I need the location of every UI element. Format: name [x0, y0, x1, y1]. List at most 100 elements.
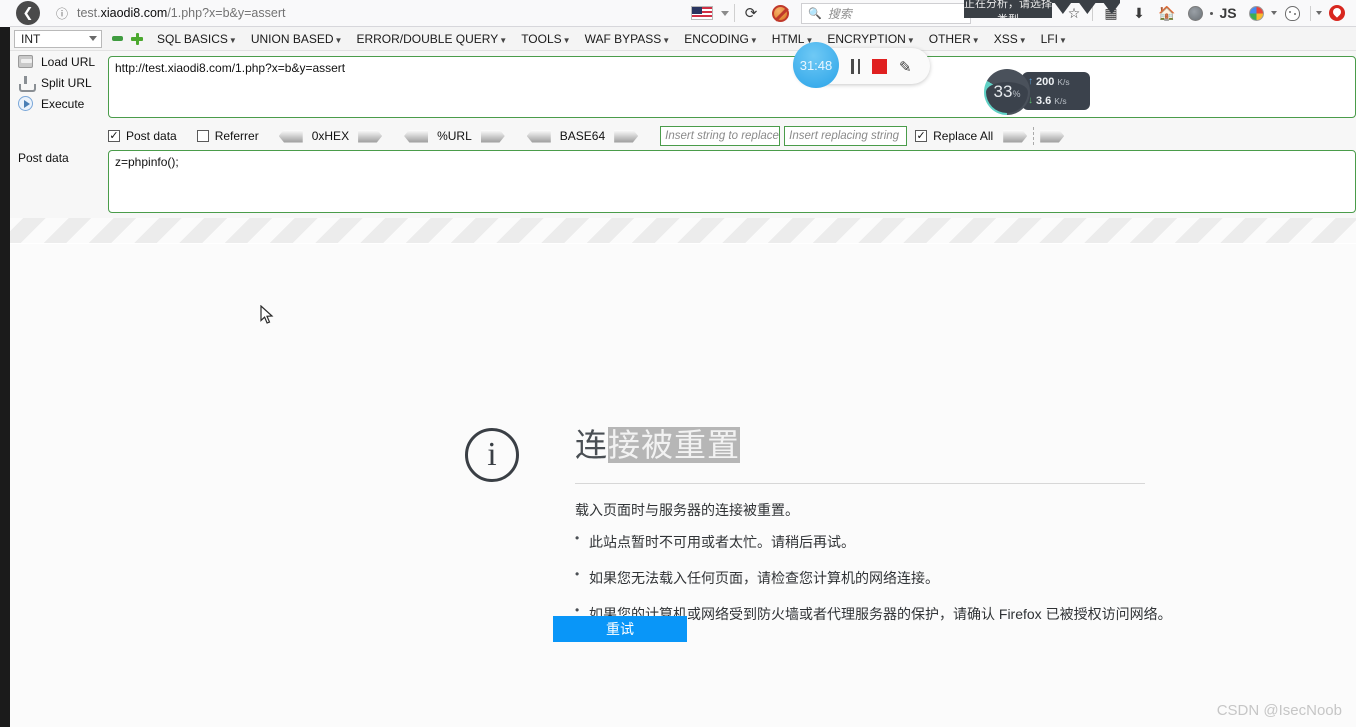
home-icon[interactable]: 🏠: [1154, 1, 1180, 25]
encode-base64-button[interactable]: [614, 130, 638, 143]
us-flag-icon[interactable]: [691, 6, 713, 20]
menu-label: SQL BASICS: [157, 32, 228, 46]
upload-speed-unit: K/s: [1057, 77, 1069, 87]
pencil-icon[interactable]: ✎: [899, 58, 916, 75]
menu-sql-basics[interactable]: SQL BASICS▼: [157, 32, 237, 46]
info-circle-icon: i: [465, 428, 519, 482]
retry-button[interactable]: 重试: [553, 616, 687, 642]
cpu-usage-symbol: %: [1012, 89, 1020, 99]
error-title-divider: [575, 483, 1145, 484]
url-textarea[interactable]: http://test.xiaodi8.com/1.php?x=b&y=asse…: [108, 56, 1356, 118]
menu-lfi[interactable]: LFI▼: [1041, 32, 1067, 46]
plus-icon[interactable]: [131, 33, 143, 45]
encode-url-button[interactable]: [481, 130, 505, 143]
cpu-usage-gauge[interactable]: 33 %: [984, 69, 1030, 115]
pause-icon[interactable]: [851, 59, 860, 74]
menu-waf-bypass[interactable]: WAF BYPASS▼: [585, 32, 671, 46]
reload-button[interactable]: ⟳: [740, 4, 762, 22]
menu-label: ENCRYPTION: [827, 32, 905, 46]
decode-base64-button[interactable]: [527, 130, 551, 143]
globe-chevron-down-icon[interactable]: [1271, 11, 1277, 15]
replace-apply-alt-button[interactable]: [1040, 130, 1064, 143]
minus-icon[interactable]: [112, 36, 123, 41]
site-info-icon[interactable]: ⓘ: [53, 5, 71, 22]
red-download-icon[interactable]: [1324, 1, 1350, 25]
replace-with-placeholder: Insert replacing string: [789, 130, 899, 142]
decode-hex-button[interactable]: [279, 130, 303, 143]
menu-label: TOOLS: [521, 32, 561, 46]
menu-error-double-query[interactable]: ERROR/DOUBLE QUERY▼: [356, 32, 507, 46]
browser-globe-icon[interactable]: [1243, 1, 1269, 25]
hackbar-options-row: Post data Referrer 0xHEX %URL BASE64: [108, 123, 1356, 149]
execute-button[interactable]: Execute: [10, 93, 108, 114]
toolbar-divider: [1092, 6, 1093, 21]
back-button[interactable]: ❮: [16, 1, 40, 25]
network-speed-widget[interactable]: ↑ 200 K/s ↓ 3.6 K/s: [1022, 72, 1090, 110]
menu-encoding[interactable]: ENCODING▼: [684, 32, 758, 46]
encoder-hex-group: 0xHEX: [279, 129, 382, 143]
search-input[interactable]: 🔍 搜索: [801, 3, 971, 24]
downloads-icon[interactable]: ⬇: [1126, 1, 1152, 25]
hackbar-action-column: Load URL Split URL Execute Post data: [10, 51, 108, 218]
replace-search-placeholder: Insert string to replace: [665, 130, 779, 142]
post-data-checkbox[interactable]: Post data: [108, 129, 177, 143]
type-select[interactable]: INT: [14, 30, 102, 48]
noscript-blocked-icon[interactable]: [772, 5, 789, 22]
cookie-chevron-down-icon[interactable]: [1316, 11, 1322, 15]
encoder-hex-label: 0xHEX: [312, 129, 349, 143]
js-toggle-icon[interactable]: JS: [1215, 1, 1241, 25]
menu-xss[interactable]: XSS▼: [994, 32, 1027, 46]
striped-separator-band: [10, 218, 1356, 244]
watermark: CSDN @IsecNoob: [1217, 702, 1342, 719]
address-bar[interactable]: test.xiaodi8.com/1.php?x=b&y=assert: [71, 2, 691, 24]
replace-all-checkbox[interactable]: Replace All: [915, 129, 993, 143]
recording-timer[interactable]: 31:48: [793, 42, 839, 88]
execute-icon: [18, 96, 33, 111]
checkbox-box: [915, 130, 927, 142]
url-path: /1.php?x=b&y=assert: [167, 6, 285, 20]
account-status-dot-icon: [1210, 12, 1213, 15]
menu-union-based[interactable]: UNION BASED▼: [251, 32, 343, 46]
download-speed-unit: K/s: [1054, 96, 1066, 106]
upload-speed-row: ↑ 200 K/s: [1028, 72, 1090, 91]
split-url-icon: [18, 76, 33, 90]
decode-url-button[interactable]: [404, 130, 428, 143]
language-chevron-down-icon[interactable]: [721, 11, 729, 16]
replace-apply-button[interactable]: [1003, 130, 1027, 143]
replace-with-input[interactable]: Insert replacing string: [784, 126, 907, 146]
type-select-value: INT: [21, 32, 40, 46]
upload-speed-value: 200: [1036, 76, 1054, 88]
menu-encryption[interactable]: ENCRYPTION▼: [827, 32, 914, 46]
analysis-tooltip: 正在分析，请选择类型: [964, 0, 1052, 18]
encoder-base64-group: BASE64: [527, 129, 638, 143]
list-item: 如果您无法载入任何页面，请检查您计算机的网络连接。: [575, 568, 1172, 588]
chevron-down-icon: [89, 36, 97, 41]
hackbar-panel: Load URL Split URL Execute Post data htt…: [10, 51, 1356, 218]
load-url-label: Load URL: [41, 55, 95, 69]
menu-other[interactable]: OTHER▼: [929, 32, 980, 46]
cpu-usage-value: 33: [994, 82, 1013, 102]
encoder-url-group: %URL: [404, 129, 505, 143]
split-url-label: Split URL: [41, 76, 92, 90]
menu-label: ENCODING: [684, 32, 749, 46]
referrer-checkbox[interactable]: Referrer: [197, 129, 259, 143]
menu-label: XSS: [994, 32, 1018, 46]
cookie-manager-icon[interactable]: [1279, 1, 1305, 25]
page-content-area: i 连接被重置 载入页面时与服务器的连接被重置。 此站点暂时不可用或者太忙。请稍…: [10, 244, 1356, 727]
split-url-button[interactable]: Split URL: [10, 72, 108, 93]
execute-label: Execute: [41, 97, 84, 111]
load-url-button[interactable]: Load URL: [10, 51, 108, 72]
stop-icon[interactable]: [872, 59, 887, 74]
menu-tools[interactable]: TOOLS▼: [521, 32, 570, 46]
hackbar-menu-strip: INT SQL BASICS▼ UNION BASED▼ ERROR/DOUBL…: [0, 27, 1356, 51]
mouse-cursor-icon: [260, 305, 274, 325]
list-item: 此站点暂时不可用或者太忙。请稍后再试。: [575, 532, 1172, 552]
replace-search-input[interactable]: Insert string to replace: [660, 126, 780, 146]
post-data-textarea-value: z=phpinfo();: [115, 155, 179, 169]
encode-hex-button[interactable]: [358, 130, 382, 143]
post-data-textarea[interactable]: z=phpinfo();: [108, 150, 1356, 213]
search-placeholder: 搜索: [828, 5, 852, 22]
account-icon[interactable]: [1182, 1, 1208, 25]
menu-label: WAF BYPASS: [585, 32, 662, 46]
checkbox-box: [197, 130, 209, 142]
